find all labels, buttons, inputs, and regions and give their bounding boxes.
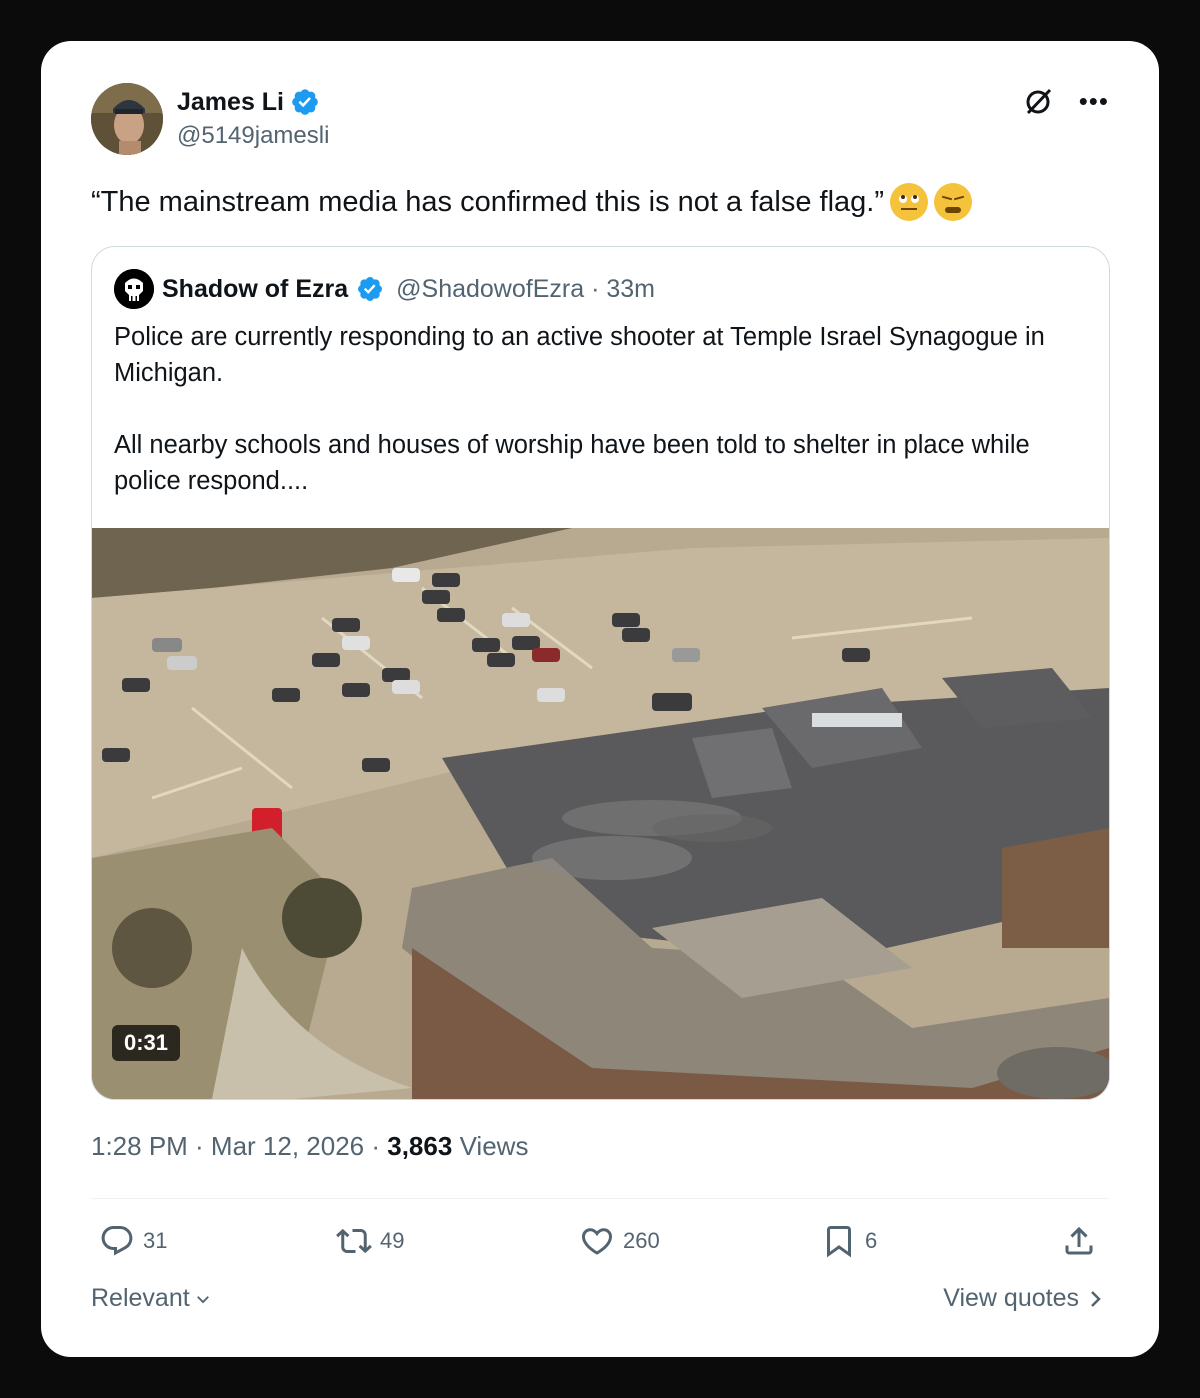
chevron-down-icon: [196, 1295, 209, 1303]
quoted-author-name[interactable]: Shadow of Ezra: [162, 275, 348, 304]
author-avatar[interactable]: [91, 83, 163, 155]
reply-icon: [101, 1226, 133, 1256]
repost-icon: [336, 1228, 372, 1254]
like-icon: [581, 1228, 613, 1255]
tweet-text: “The mainstream media has confirmed this…: [91, 183, 972, 221]
divider: [91, 1198, 1109, 1199]
sort-label: Relevant: [91, 1284, 190, 1312]
like-count: 260: [623, 1228, 660, 1253]
quoted-paragraph-2: All nearby schools and houses of worship…: [114, 431, 1030, 495]
author-name[interactable]: James Li: [177, 88, 284, 117]
quoted-paragraph-1: Police are currently responding to an ac…: [114, 323, 1045, 387]
author-handle[interactable]: @5149jamesli: [177, 122, 329, 150]
aerial-view-image: [92, 528, 1109, 1099]
quoted-author-avatar[interactable]: [114, 269, 154, 309]
bookmark-button[interactable]: 6: [821, 1223, 877, 1259]
quoted-tweet[interactable]: Shadow of Ezra @ShadowofEzra · 33m Polic…: [91, 246, 1110, 1100]
bookmark-count: 6: [865, 1228, 878, 1253]
tweet-meta: 1:28 PM · Mar 12, 2026 · 3,863 Views: [91, 1131, 528, 1162]
chevron-right-icon: [1091, 1290, 1101, 1307]
share-icon: [1065, 1226, 1093, 1255]
views-label: Views: [459, 1131, 529, 1161]
grok-icon[interactable]: [1023, 85, 1055, 117]
reply-count: 31: [143, 1228, 168, 1253]
tweet-body: “The mainstream media has confirmed this…: [91, 185, 884, 218]
video-thumbnail[interactable]: 0:31: [92, 528, 1109, 1099]
quoted-handle-time[interactable]: @ShadowofEzra · 33m: [396, 275, 655, 304]
view-quotes-link[interactable]: View quotes: [943, 1284, 1103, 1313]
bookmark-icon: [827, 1226, 851, 1258]
sort-dropdown[interactable]: Relevant: [91, 1284, 212, 1313]
verified-badge-icon: [358, 277, 383, 301]
video-duration: 0:31: [112, 1025, 181, 1061]
tweet-card: James Li @5149jamesli ••• “The mainstrea…: [41, 41, 1159, 1357]
like-button[interactable]: 260: [579, 1223, 660, 1259]
view-quotes-label: View quotes: [943, 1284, 1079, 1312]
face-with-rolling-eyes-emoji: [890, 183, 928, 221]
views-count: 3,863: [387, 1131, 453, 1161]
repost-button[interactable]: 49: [336, 1223, 404, 1259]
reply-button[interactable]: 31: [99, 1223, 167, 1259]
more-icon[interactable]: •••: [1079, 88, 1109, 114]
share-button[interactable]: [1061, 1223, 1097, 1259]
tweet-timestamp[interactable]: 1:28 PM · Mar 12, 2026 ·: [91, 1131, 387, 1161]
verified-badge-icon: [292, 89, 318, 115]
persevering-face-emoji: [934, 183, 972, 221]
repost-count: 49: [380, 1228, 405, 1253]
quoted-tweet-text: Police are currently responding to an ac…: [114, 319, 1074, 499]
